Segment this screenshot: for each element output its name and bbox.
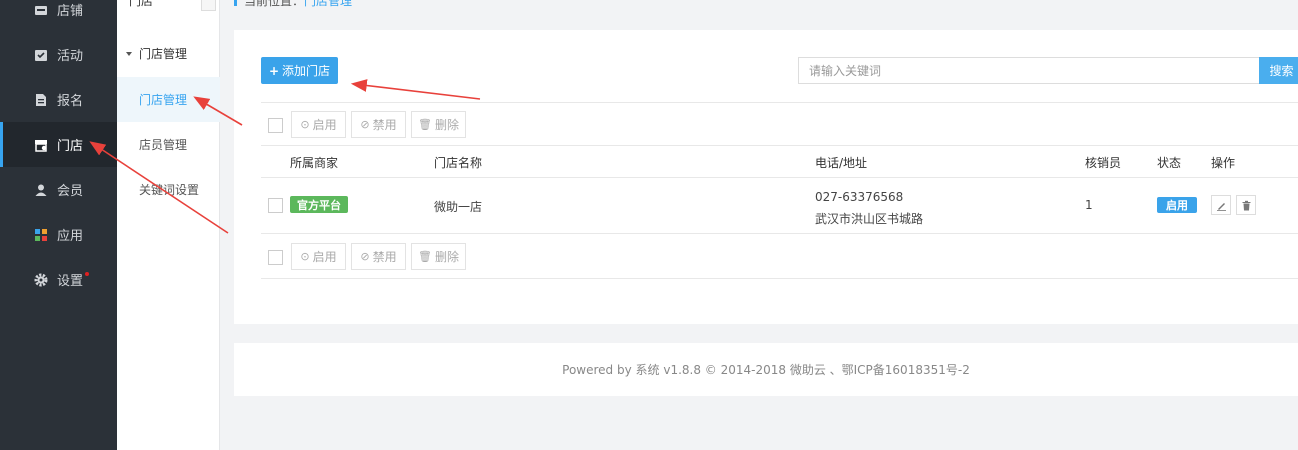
sidebar-item-label: 店铺 (57, 4, 84, 19)
sidebar-item-member[interactable]: 会员 (0, 167, 117, 212)
col-header-merchant: 所属商家 (290, 156, 339, 170)
disable-button-bottom[interactable]: ⊘ 禁用 (351, 243, 406, 270)
sub-item-label: 门店管理 (139, 93, 188, 107)
sidebar-item-label: 报名 (57, 94, 84, 109)
activity-icon (34, 48, 48, 62)
main-sidebar: 店铺 活动 报名 门店 会员 应用 设置 (0, 0, 117, 450)
select-all-checkbox[interactable] (268, 118, 283, 133)
trash-icon: 🗑 (418, 250, 432, 263)
enable-button-bottom[interactable]: ⊙ 启用 (291, 243, 346, 270)
sidebar-item-label: 设置 (57, 274, 84, 289)
col-header-actions: 操作 (1211, 156, 1236, 170)
disable-label: 禁用 (372, 118, 397, 132)
caret-down-icon (126, 51, 132, 56)
search-label: 搜索 (1269, 64, 1294, 78)
search-button[interactable]: 搜索 (1259, 57, 1298, 84)
row-checkbox[interactable] (268, 198, 283, 213)
divider (261, 233, 1298, 234)
sub-sidebar: 门店 门店管理 门店管理 店员管理 关键词设置 (117, 0, 220, 450)
sidebar-item-shop[interactable]: 门店 (0, 122, 117, 167)
delete-button-bottom[interactable]: 🗑 删除 (411, 243, 466, 270)
search-input[interactable] (798, 57, 1260, 84)
sidebar-item-label: 应用 (57, 229, 84, 244)
col-header-phone-address: 电话/地址 (815, 156, 868, 170)
delete-button[interactable]: 🗑 删除 (411, 111, 466, 138)
shop-icon (34, 138, 48, 152)
delete-label: 删除 (434, 250, 459, 264)
sub-group-header[interactable]: 门店管理 (126, 45, 187, 62)
divider (261, 102, 1298, 103)
store-name: 微助一店 (434, 200, 483, 214)
disable-label: 禁用 (372, 250, 397, 264)
sidebar-item-activity[interactable]: 活动 (0, 32, 117, 77)
store-list-panel: + 添加门店 搜索 ⊙启用 ⊘禁用 🗑删除 所属商家 门店名称 电话/地址 核销… (234, 30, 1298, 324)
enable-label: 启用 (312, 250, 337, 264)
sub-item-label: 店员管理 (139, 138, 188, 152)
sub-item-store-manage[interactable]: 门店管理 (117, 77, 220, 122)
divider (261, 145, 1298, 146)
store-icon (34, 3, 48, 17)
breadcrumb-current[interactable]: 门店管理 (304, 0, 352, 8)
status-badge[interactable]: 启用 (1157, 197, 1197, 213)
ban-icon: ⊘ (360, 118, 370, 131)
add-store-label: 添加门店 (282, 64, 331, 78)
sub-group-label: 门店管理 (139, 47, 188, 61)
sub-item-staff-manage[interactable]: 店员管理 (117, 122, 220, 167)
col-header-status: 状态 (1157, 156, 1182, 170)
pencil-icon (1216, 202, 1226, 211)
merchant-tag: 官方平台 (290, 196, 348, 213)
sub-item-label: 关键词设置 (139, 183, 200, 197)
sidebar-item-label: 活动 (57, 49, 84, 64)
signup-doc-icon (34, 93, 48, 107)
breadcrumb-prefix: 当前位置： (244, 0, 305, 8)
row-delete-button[interactable] (1236, 195, 1256, 215)
check-circle-icon: ⊙ (300, 118, 310, 131)
ban-icon: ⊘ (360, 250, 370, 263)
sidebar-item-label: 门店 (57, 139, 84, 154)
select-all-checkbox-bottom[interactable] (268, 250, 283, 265)
divider (261, 278, 1298, 279)
delete-label: 删除 (434, 118, 459, 132)
trash-icon: 🗑 (418, 118, 432, 131)
sidebar-item-settings[interactable]: 设置 (0, 257, 117, 302)
verifier-count: 1 (1085, 198, 1093, 212)
sidebar-item-apps[interactable]: 应用 (0, 212, 117, 257)
sub-sidebar-title: 门店 (129, 0, 154, 8)
divider (261, 177, 1298, 178)
plus-icon: + (268, 63, 280, 78)
store-address: 武汉市洪山区书城路 (815, 212, 924, 226)
member-icon (34, 183, 48, 197)
store-phone: 027-63376568 (815, 190, 904, 204)
sidebar-item-store[interactable]: 店铺 (0, 0, 117, 32)
footer-text: Powered by 系统 v1.8.8 © 2014-2018 微助云 、鄂I… (562, 363, 970, 377)
sub-item-keyword-settings[interactable]: 关键词设置 (117, 167, 220, 212)
apps-icon (34, 228, 48, 242)
trash-icon (1242, 200, 1250, 210)
edit-button[interactable] (1211, 195, 1231, 215)
collapse-toggle[interactable] (201, 0, 216, 11)
sub-sidebar-header: 门店 (117, 0, 220, 12)
sidebar-item-label: 会员 (57, 184, 84, 199)
enable-button[interactable]: ⊙ 启用 (291, 111, 346, 138)
notification-dot (85, 271, 90, 276)
add-store-button[interactable]: + 添加门店 (261, 57, 338, 84)
footer: Powered by 系统 v1.8.8 © 2014-2018 微助云 、鄂I… (234, 343, 1298, 396)
col-header-store-name: 门店名称 (434, 156, 483, 170)
sidebar-item-signup[interactable]: 报名 (0, 77, 117, 122)
check-circle-icon: ⊙ (300, 250, 310, 263)
col-header-verifiers: 核销员 (1085, 156, 1122, 170)
disable-button[interactable]: ⊘ 禁用 (351, 111, 406, 138)
gear-icon (34, 273, 48, 287)
enable-label: 启用 (312, 118, 337, 132)
breadcrumb: 当前位置：门店管理 (234, 0, 352, 8)
